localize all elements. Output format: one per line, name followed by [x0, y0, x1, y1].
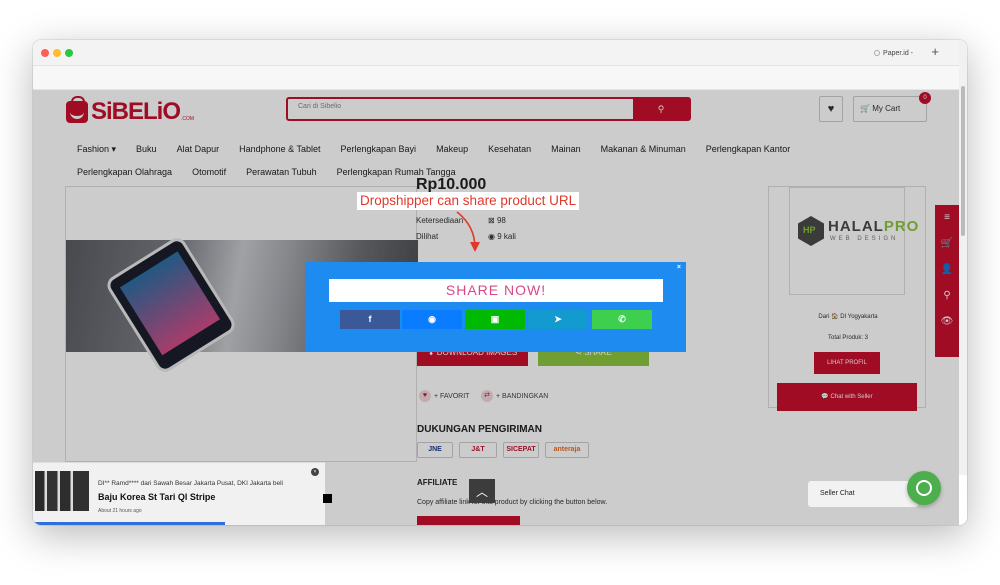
share-modal-title: SHARE NOW! [329, 279, 663, 302]
share-facebook-button[interactable]: f [340, 310, 400, 329]
close-window-button[interactable] [41, 49, 49, 57]
black-square [323, 494, 332, 503]
minimize-window-button[interactable] [53, 49, 61, 57]
notification-progress [33, 522, 225, 525]
new-tab-button[interactable]: + [931, 44, 939, 60]
back-to-top-button[interactable]: ︿ [469, 479, 495, 503]
vertical-scrollbar[interactable] [959, 40, 967, 475]
notification-product-image [35, 471, 89, 511]
browser-tab[interactable]: Paper.id - [868, 47, 919, 60]
tab-favicon-icon [874, 50, 881, 56]
web-viewport: SiBELiO .COM Cari di Sibelio ⚲ ♥ 🛒 My Ca… [33, 90, 967, 525]
share-whatsapp-button[interactable]: ✆ [592, 310, 652, 329]
toolbar [33, 66, 967, 90]
whatsapp-icon[interactable] [907, 471, 941, 505]
close-icon[interactable]: × [311, 468, 319, 476]
annotation-arrow-icon [456, 211, 480, 252]
share-telegram-button[interactable]: ➤ [528, 310, 588, 329]
seller-chat-widget[interactable]: Seller Chat [808, 481, 918, 507]
zoom-window-button[interactable] [65, 49, 73, 57]
messenger-icon: ◉ [428, 314, 436, 324]
share-line-button[interactable]: ▣ [465, 310, 525, 329]
title-bar: Paper.id - + [33, 40, 967, 66]
facebook-icon: f [368, 314, 372, 324]
browser-window: Paper.id - + SiBELiO .COM Cari di Sibeli… [33, 40, 967, 525]
purchase-notification[interactable]: DI** Ramd**** dari Sawah Besar Jakarta P… [33, 462, 325, 525]
line-icon: ▣ [490, 314, 500, 324]
chevron-up-icon: ︿ [475, 485, 488, 499]
share-modal: × SHARE NOW! f ◉ ▣ ➤ ✆ [305, 262, 686, 352]
scrollbar-thumb[interactable] [961, 86, 965, 236]
telegram-icon: ➤ [554, 314, 562, 324]
whatsapp-icon: ✆ [618, 314, 626, 324]
share-messenger-button[interactable]: ◉ [402, 310, 462, 329]
close-icon[interactable]: × [677, 264, 681, 271]
